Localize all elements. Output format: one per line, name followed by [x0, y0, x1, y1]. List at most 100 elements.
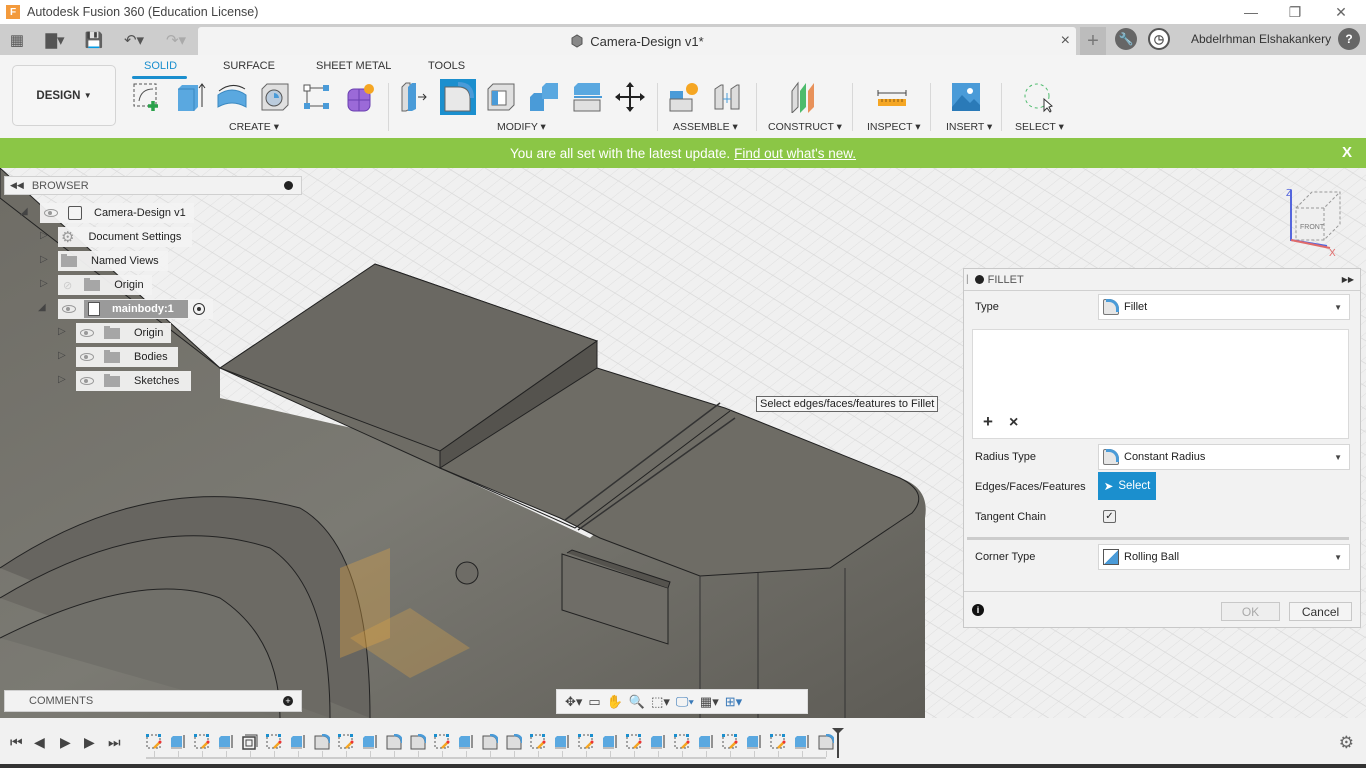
pattern-button[interactable] [299, 79, 335, 115]
timeline-feature-sketch[interactable] [146, 734, 162, 750]
timeline-feature-sketch[interactable] [530, 734, 546, 750]
whats-new-link[interactable]: Find out what's new. [734, 146, 856, 161]
construct-menu[interactable]: CONSTRUCT ▾ [768, 121, 842, 133]
measure-button[interactable] [874, 79, 910, 115]
timeline-feature-fillet[interactable] [410, 733, 428, 750]
timeline-feature-sketch[interactable] [338, 734, 354, 750]
document-tab[interactable]: Camera-Design v1* × [198, 27, 1076, 55]
tangent-chain-checkbox[interactable]: ✓ [1103, 510, 1116, 523]
fillet-button[interactable] [440, 79, 476, 115]
select-menu[interactable]: SELECT ▾ [1015, 121, 1064, 133]
expand-arrow-icon[interactable]: ▷ [40, 278, 48, 289]
restore-button[interactable]: ❐ [1272, 0, 1318, 24]
move-copy-button[interactable] [612, 79, 648, 115]
collapse-arrow-icon[interactable]: ◢ [38, 302, 46, 313]
grid-icon[interactable]: ▦▾ [700, 694, 719, 710]
expand-arrow-icon[interactable]: ▷ [58, 350, 66, 361]
expand-arrow-icon[interactable]: ▷ [58, 326, 66, 337]
expand-arrow-icon[interactable]: ▷ [40, 230, 48, 241]
workspace-switcher[interactable]: DESIGN ▼ [12, 65, 116, 126]
app-grid-button[interactable]: ▦ [6, 24, 28, 55]
tab-surface[interactable]: SURFACE [223, 60, 275, 72]
tree-mainbody-origin[interactable]: Origin [76, 323, 171, 343]
tree-root[interactable]: Camera-Design v1 [40, 203, 194, 223]
visibility-eye-icon[interactable] [62, 305, 76, 313]
timeline-feature-extrude[interactable] [650, 734, 666, 750]
tab-sheet-metal[interactable]: SHEET METAL [316, 60, 391, 72]
collapse-dialog-icon[interactable] [974, 275, 984, 284]
joint-button[interactable] [709, 79, 745, 115]
expand-dialog-icon[interactable]: ▶▶ [1342, 275, 1354, 284]
offset-face-button[interactable] [569, 79, 605, 115]
timeline-feature-sketch[interactable] [434, 734, 450, 750]
go-to-end-icon[interactable]: ⏭ [108, 734, 121, 751]
look-at-icon[interactable]: ▭ [588, 694, 600, 710]
selection-set-list[interactable]: + × [972, 329, 1349, 439]
tab-tools[interactable]: TOOLS [428, 60, 465, 72]
radius-type-dropdown[interactable]: Constant Radius ▼ [1098, 444, 1350, 470]
timeline-feature-extrude[interactable] [290, 734, 306, 750]
info-icon[interactable]: i [972, 604, 984, 616]
go-to-start-icon[interactable]: ⏮ [10, 734, 23, 751]
type-dropdown[interactable]: Fillet ▼ [1098, 294, 1350, 320]
activate-radio-icon[interactable] [193, 303, 205, 315]
orbit-icon[interactable]: ✥▾ [565, 694, 582, 710]
select-button[interactable] [1020, 79, 1056, 115]
expand-arrow-icon[interactable]: ▷ [40, 254, 48, 265]
timeline-feature-extrude[interactable] [170, 734, 186, 750]
redo-button[interactable]: ↷▾ [158, 24, 194, 55]
tree-document-settings[interactable]: ⚙ Document Settings [58, 227, 192, 247]
visibility-eye-icon[interactable] [80, 329, 94, 337]
insert-menu[interactable]: INSERT ▾ [946, 121, 992, 133]
visibility-eye-icon[interactable] [80, 377, 94, 385]
drag-handle-icon[interactable]: | [966, 274, 969, 285]
shell-button[interactable] [483, 79, 519, 115]
close-window-button[interactable]: ✕ [1318, 0, 1364, 24]
undo-button[interactable]: ↶▾ [116, 24, 152, 55]
viewports-icon[interactable]: ⊞▾ [725, 694, 742, 710]
timeline-feature-sketch[interactable] [770, 734, 786, 750]
create-menu[interactable]: CREATE ▾ [229, 121, 279, 133]
tree-origin[interactable]: ⊘ Origin [58, 275, 152, 295]
insert-image-button[interactable] [948, 79, 984, 115]
expand-arrow-icon[interactable]: ▷ [58, 374, 66, 385]
extensions-icon[interactable]: 🔧 [1115, 28, 1137, 50]
new-component-button[interactable] [666, 79, 702, 115]
cancel-button[interactable]: Cancel [1289, 602, 1352, 621]
pan-icon[interactable]: ✋ [607, 694, 623, 710]
timeline-feature-extrude[interactable] [218, 734, 234, 750]
tree-mainbody[interactable]: mainbody:1 [58, 299, 213, 319]
minimize-button[interactable]: — [1228, 0, 1274, 24]
step-back-icon[interactable]: ◀ [34, 734, 45, 751]
ok-button[interactable]: OK [1221, 602, 1280, 621]
select-edges-button[interactable]: ➤ Select [1098, 472, 1156, 500]
timeline-feature-sketch[interactable] [722, 734, 738, 750]
visibility-eye-icon[interactable] [80, 353, 94, 361]
timeline-feature-fillet[interactable] [506, 733, 524, 750]
display-settings-icon[interactable]: 🖵▾ [676, 694, 694, 710]
add-comment-icon[interactable]: + [283, 696, 293, 706]
timeline-feature-sketch[interactable] [578, 734, 594, 750]
timeline-feature-shell[interactable] [242, 734, 258, 750]
save-button[interactable]: 💾 [84, 24, 104, 55]
browser-panel-header[interactable]: ◀◀ BROWSER [4, 176, 302, 195]
timeline-feature-sketch[interactable] [626, 734, 642, 750]
revolve-button[interactable] [214, 79, 250, 115]
timeline-feature-fillet[interactable] [386, 733, 404, 750]
create-form-button[interactable] [342, 79, 378, 115]
timeline-feature-extrude[interactable] [698, 734, 714, 750]
close-tab-icon[interactable]: × [1061, 32, 1070, 50]
minimize-panel-icon[interactable] [284, 181, 293, 190]
corner-type-dropdown[interactable]: Rolling Ball ▼ [1098, 544, 1350, 570]
tree-named-views[interactable]: Named Views [58, 251, 168, 271]
timeline-settings-icon[interactable]: ⚙ [1339, 733, 1354, 753]
step-forward-icon[interactable]: ▶ [84, 734, 95, 751]
create-sketch-button[interactable] [129, 79, 165, 115]
add-selection-set-icon[interactable]: + [983, 412, 993, 432]
close-banner-icon[interactable]: X [1342, 144, 1352, 161]
timeline-feature-fillet[interactable] [818, 733, 836, 750]
job-status-icon[interactable]: ◷ [1148, 28, 1170, 50]
inspect-menu[interactable]: INSPECT ▾ [867, 121, 921, 133]
timeline-feature-fillet[interactable] [482, 733, 500, 750]
hole-button[interactable] [257, 79, 293, 115]
